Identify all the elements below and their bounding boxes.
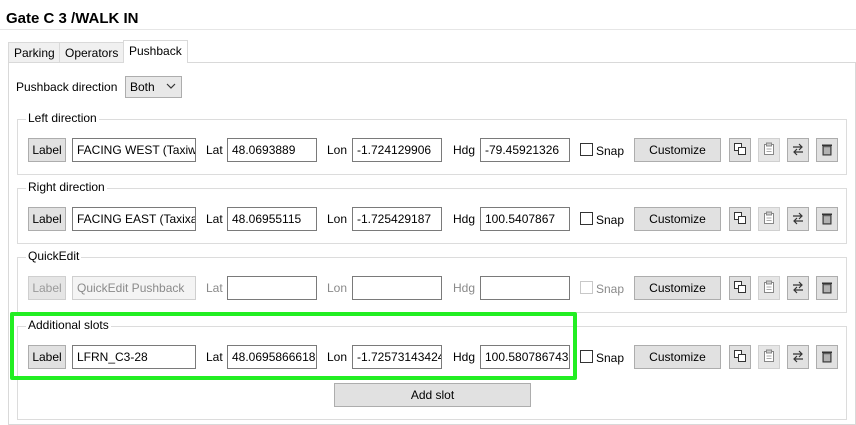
- lon-field[interactable]: -1.72573143424: [352, 345, 442, 369]
- label-field[interactable]: LFRN_C3-28: [72, 345, 196, 369]
- hdg-field[interactable]: 100.580786743: [480, 345, 570, 369]
- copy-button[interactable]: [729, 138, 751, 162]
- paste-button[interactable]: [758, 207, 780, 231]
- window-title: Gate C 3 /WALK IN: [6, 10, 139, 27]
- pushback-direction-value: Both: [130, 80, 155, 94]
- lon-field[interactable]: -1.725429187: [352, 207, 442, 231]
- lat-field[interactable]: [227, 276, 317, 300]
- label-button[interactable]: Label: [28, 276, 66, 300]
- paste-button[interactable]: [758, 276, 780, 300]
- tab-parking[interactable]: Parking: [8, 42, 61, 62]
- hdg-label: Hdg: [453, 212, 476, 226]
- delete-button[interactable]: [816, 207, 838, 231]
- hdg-field[interactable]: -79.45921326: [480, 138, 570, 162]
- copy-icon: [733, 280, 747, 297]
- lon-label: Lon: [327, 212, 348, 226]
- paste-icon: [762, 211, 776, 228]
- title-divider: [0, 29, 856, 30]
- copy-icon: [733, 211, 747, 228]
- swap-arrows-icon: [791, 142, 805, 159]
- snap-label: Snap: [596, 351, 625, 365]
- snap-label: Snap: [596, 144, 625, 158]
- paste-icon: [762, 349, 776, 366]
- trash-icon: [820, 211, 834, 228]
- pushback-direction-row: Pushback direction: [16, 76, 125, 98]
- hdg-label: Hdg: [453, 350, 476, 364]
- label-button[interactable]: Label: [28, 207, 66, 231]
- paste-icon: [762, 280, 776, 297]
- lon-field[interactable]: -1.724129906: [352, 138, 442, 162]
- customize-button[interactable]: Customize: [634, 345, 721, 369]
- swap-button[interactable]: [787, 207, 809, 231]
- pushback-direction-select[interactable]: Both: [125, 76, 182, 98]
- lon-label: Lon: [327, 143, 348, 157]
- lat-field[interactable]: 48.06955115: [227, 207, 317, 231]
- customize-button[interactable]: Customize: [634, 207, 721, 231]
- snap-label: Snap: [596, 282, 625, 296]
- lat-label: Lat: [206, 143, 223, 157]
- copy-icon: [733, 142, 747, 159]
- lon-field[interactable]: [352, 276, 442, 300]
- snap-checkbox[interactable]: [580, 143, 593, 156]
- copy-icon: [733, 349, 747, 366]
- hdg-field[interactable]: [480, 276, 570, 300]
- customize-button[interactable]: Customize: [634, 138, 721, 162]
- hdg-label: Hdg: [453, 143, 476, 157]
- lon-label: Lon: [327, 281, 348, 295]
- tab-operators[interactable]: Operators: [59, 42, 125, 62]
- pushback-direction-label: Pushback direction: [16, 80, 118, 94]
- paste-icon: [762, 142, 776, 159]
- add-slot-button[interactable]: Add slot: [334, 383, 531, 407]
- paste-button[interactable]: [758, 138, 780, 162]
- delete-button[interactable]: [816, 138, 838, 162]
- lat-label: Lat: [206, 350, 223, 364]
- paste-button[interactable]: [758, 345, 780, 369]
- lat-field[interactable]: 48.0693889: [227, 138, 317, 162]
- copy-button[interactable]: [729, 276, 751, 300]
- swap-button[interactable]: [787, 345, 809, 369]
- snap-checkbox[interactable]: [580, 350, 593, 363]
- lat-field[interactable]: 48.0695866618: [227, 345, 317, 369]
- label-field[interactable]: FACING EAST (Taxixay: [72, 207, 196, 231]
- copy-button[interactable]: [729, 207, 751, 231]
- label-field[interactable]: QuickEdit Pushback: [72, 276, 196, 300]
- delete-button[interactable]: [816, 276, 838, 300]
- lat-label: Lat: [206, 212, 223, 226]
- swap-arrows-icon: [791, 349, 805, 366]
- swap-arrows-icon: [791, 211, 805, 228]
- trash-icon: [820, 142, 834, 159]
- lat-label: Lat: [206, 281, 223, 295]
- chevron-down-icon: [166, 83, 176, 89]
- label-field[interactable]: FACING WEST (Taxiwa: [72, 138, 196, 162]
- group-title: Left direction: [26, 111, 99, 125]
- swap-button[interactable]: [787, 138, 809, 162]
- copy-button[interactable]: [729, 345, 751, 369]
- trash-icon: [820, 280, 834, 297]
- label-button[interactable]: Label: [28, 345, 66, 369]
- customize-button[interactable]: Customize: [634, 276, 721, 300]
- hdg-label: Hdg: [453, 281, 476, 295]
- label-button[interactable]: Label: [28, 138, 66, 162]
- group-title: Right direction: [26, 180, 107, 194]
- swap-arrows-icon: [791, 280, 805, 297]
- delete-button[interactable]: [816, 345, 838, 369]
- snap-label: Snap: [596, 213, 625, 227]
- snap-checkbox[interactable]: [580, 212, 593, 225]
- tab-pushback[interactable]: Pushback: [123, 40, 188, 63]
- trash-icon: [820, 349, 834, 366]
- swap-button[interactable]: [787, 276, 809, 300]
- lon-label: Lon: [327, 350, 348, 364]
- hdg-field[interactable]: 100.5407867: [480, 207, 570, 231]
- snap-checkbox[interactable]: [580, 281, 593, 294]
- group-title: QuickEdit: [26, 249, 82, 263]
- group-title: Additional slots: [26, 318, 111, 332]
